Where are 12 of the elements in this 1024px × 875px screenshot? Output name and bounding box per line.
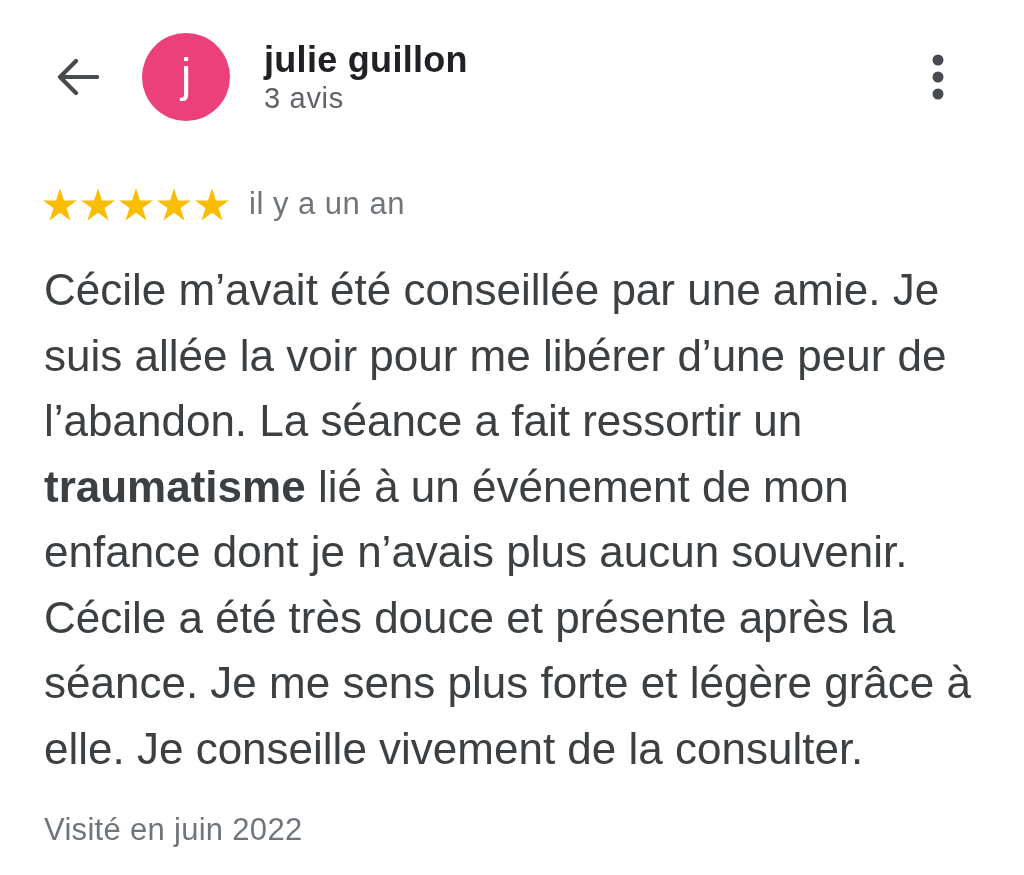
review-count: 3 avis (264, 81, 345, 115)
star-icon (195, 187, 229, 221)
visit-date: Visité en juin 2022 (44, 812, 303, 848)
reviewer-name: julie guillon (264, 39, 468, 81)
star-icon (157, 187, 191, 221)
avatar: j (142, 33, 230, 121)
review-time: il y a un an (249, 185, 405, 223)
star-icon (81, 187, 115, 221)
star-icon (119, 187, 153, 221)
star-icon (43, 187, 77, 221)
review-text: Cécile m’avait été conseillée par une amie. Je suis allée la voir pour me libérer d’une peur de l’abandon. La séance a fait ressortir un traumatisme lié à un événement de mon enfance dont je n’avais plus aucun souvenir. Cécile a été très douce et présente après la séance. Je me sens plus forte et légère grâce à elle. Je conseille vivement de la consulter. (44, 264, 972, 775)
more-options-icon (932, 54, 944, 100)
